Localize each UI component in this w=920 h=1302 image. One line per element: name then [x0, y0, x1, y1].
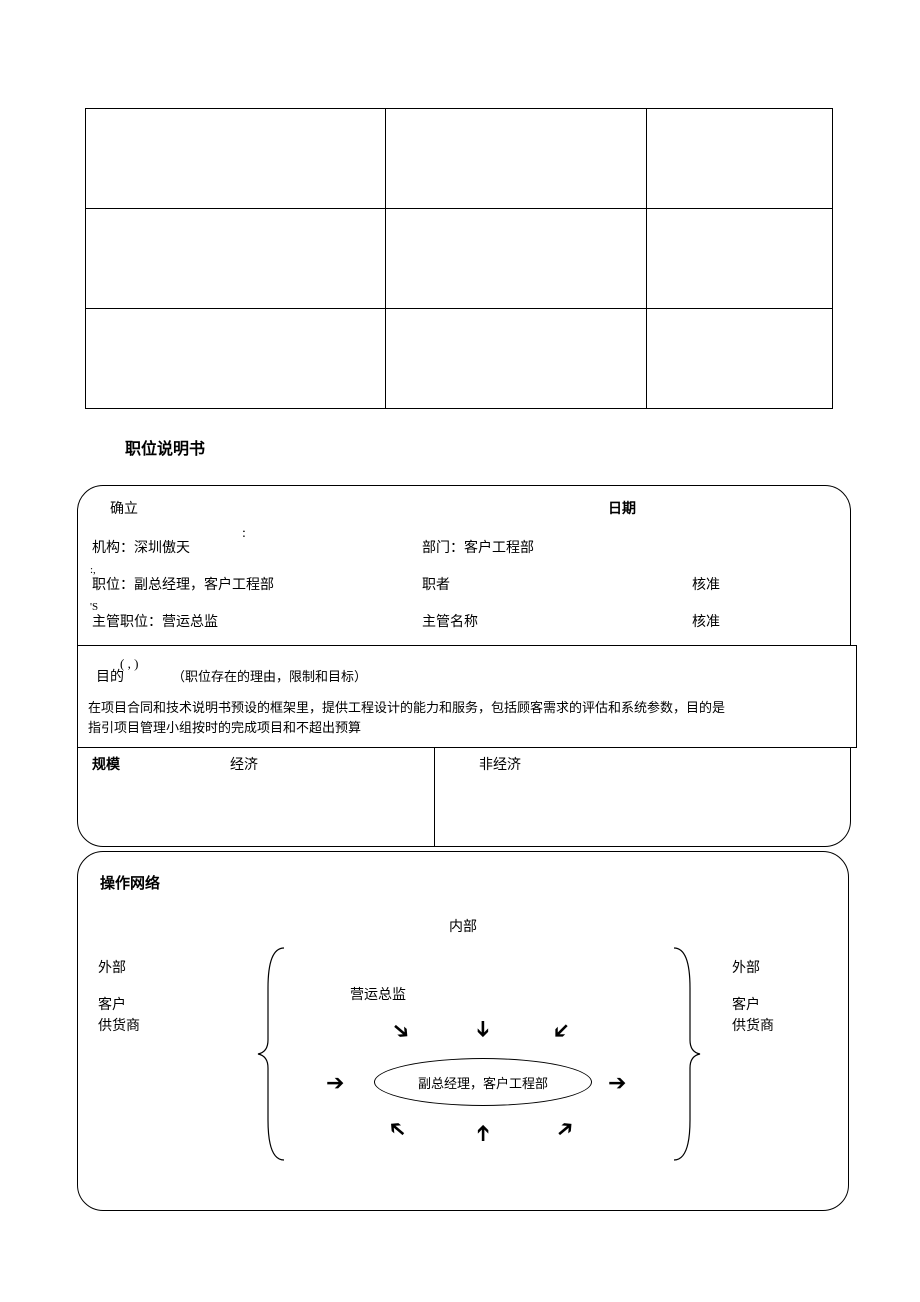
table-cell	[385, 209, 647, 309]
purpose-section: ( , ) 目的 （职位存在的理由，限制和目标） 在项目合同和技术说明书预设的框…	[77, 645, 857, 749]
purpose-body-line1: 在项目合同和技术说明书预设的框架里，提供工程设计的能力和服务，包括顾客需求的评估…	[88, 698, 846, 718]
table-cell	[86, 109, 386, 209]
position-label: 职位：副总经理，客户工程部	[92, 576, 422, 596]
arrow-icon: ➔	[608, 1070, 626, 1096]
supervisor-pos: 主管职位：营运总监	[92, 613, 422, 633]
arrow-icon: ➔	[470, 1124, 496, 1142]
network-external-left: 外部 客户 供货商	[98, 958, 140, 1037]
network-section: 操作网络 内部 外部 客户 供货商 外部 客户 供货商 营运总监 副总经理，客户…	[77, 851, 849, 1211]
table-cell	[385, 309, 647, 409]
supervisor-name: 主管名称	[422, 613, 692, 633]
arrow-icon: ➔	[326, 1070, 344, 1096]
center-ellipse: 副总经理，客户工程部	[374, 1058, 592, 1106]
purpose-label: 目的	[96, 667, 124, 688]
network-title: 操作网络	[100, 872, 834, 893]
table-cell	[647, 309, 833, 409]
bracket-right-icon	[664, 944, 704, 1164]
purpose-body-line2: 指引项目管理小组按时的完成项目和不超出预算	[88, 718, 846, 738]
arrow-icon: ➔	[546, 1016, 577, 1047]
bracket-left-icon	[254, 944, 294, 1164]
holder-label: 职者	[422, 576, 692, 596]
approve-label2: 核准	[692, 613, 836, 633]
table-cell	[86, 309, 386, 409]
ext-label-right: 外部	[732, 958, 774, 979]
network-manager: 营运总监	[350, 984, 406, 1004]
arrow-icon: ➔	[382, 1113, 413, 1145]
scale-section: 规模 经济 非经济	[77, 747, 851, 847]
table-cell	[86, 209, 386, 309]
arrow-icon: ➔	[550, 1113, 581, 1145]
arrow-icon: ➔	[386, 1015, 417, 1047]
dept-label: 部门：客户工程部	[422, 539, 692, 559]
scale-title: 规模	[92, 754, 120, 840]
org-label: 机构：深圳傲天	[92, 539, 422, 559]
center-label: 副总经理，客户工程部	[418, 1073, 548, 1092]
customer-left: 客户	[98, 995, 140, 1016]
scale-economic: 经济	[230, 754, 258, 840]
table-cell	[385, 109, 647, 209]
supplier-left: 供货商	[98, 1016, 140, 1037]
supplier-right: 供货商	[732, 1016, 774, 1037]
scale-noneconomic: 非经济	[479, 758, 521, 773]
ext-label-left: 外部	[98, 958, 140, 979]
table-cell	[647, 109, 833, 209]
confirm-label: 确立	[110, 500, 138, 520]
approve-label: 核准	[692, 576, 836, 596]
network-internal: 内部	[449, 916, 477, 936]
header-section: 确立 日期 : 机构：深圳傲天 部门：客户工程部 :, 职位：副总经理，客户工程…	[77, 485, 851, 646]
table-cell	[647, 209, 833, 309]
document-title: 职位说明书	[125, 435, 835, 459]
arrow-icon: ➔	[470, 1020, 496, 1038]
network-external-right: 外部 客户 供货商	[732, 958, 774, 1037]
purpose-sub: （职位存在的理由，限制和目标）	[172, 667, 367, 688]
top-blank-table	[85, 108, 833, 409]
date-label: 日期	[608, 500, 636, 520]
customer-right: 客户	[732, 995, 774, 1016]
